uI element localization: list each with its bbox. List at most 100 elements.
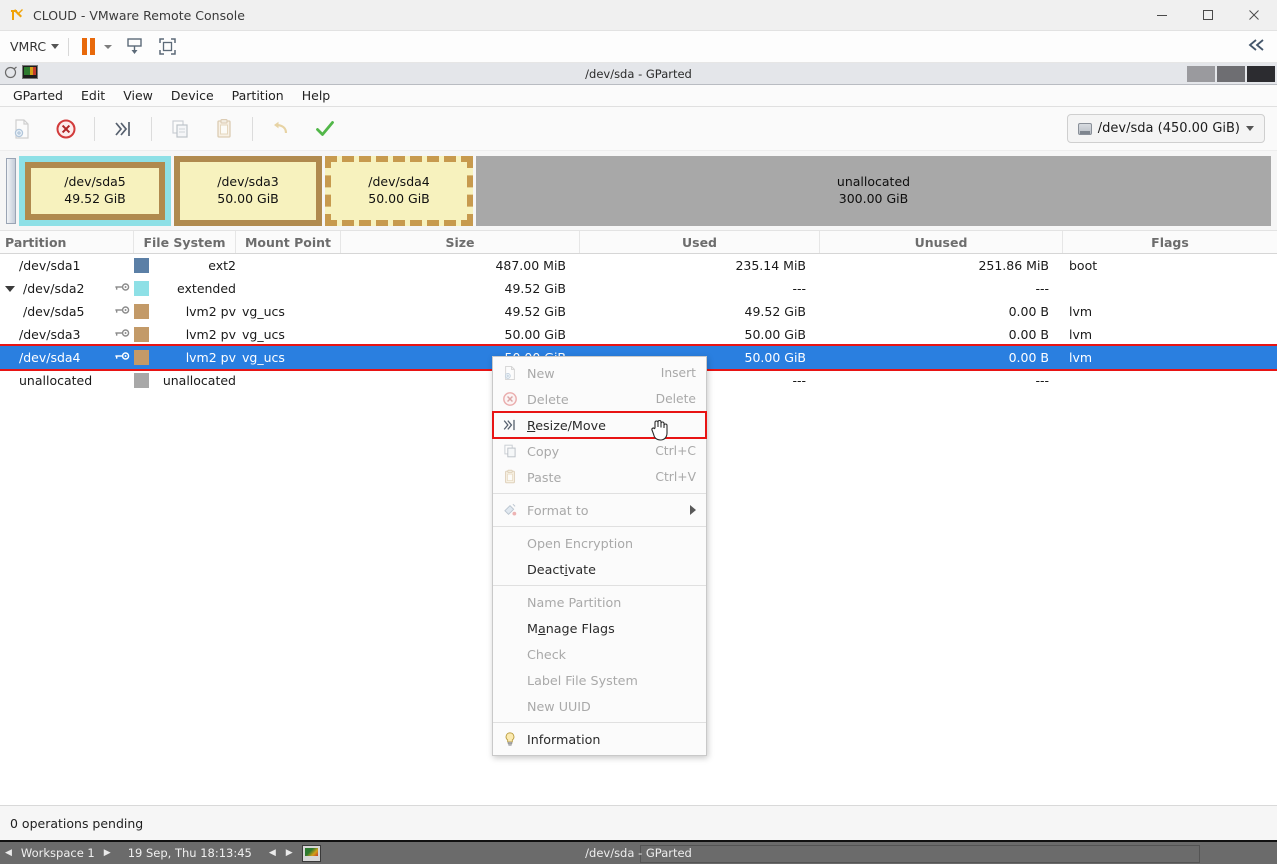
cell-file-system: lvm2 pv <box>134 346 236 369</box>
graphic-partition-unallocated[interactable]: unallocated 300.00 GiB <box>476 155 1271 226</box>
filesystem-color-swatch <box>134 304 149 319</box>
menu-item-label: Open Encryption <box>527 535 634 551</box>
toolbar-separator <box>252 116 253 141</box>
delete-partition-button[interactable] <box>44 109 88 149</box>
key-icon <box>115 306 130 314</box>
filesystem-color-swatch <box>134 258 149 273</box>
menu-item-label: Format to <box>527 502 589 518</box>
vmrc-menu-label: VMRC <box>10 39 47 54</box>
cell-partition: /dev/sda4 <box>0 346 134 369</box>
column-header-size[interactable]: Size <box>341 231 580 253</box>
close-icon[interactable] <box>1231 0 1277 31</box>
graphic-partition-name: unallocated <box>836 173 911 189</box>
menu-item-check: Check <box>493 641 706 667</box>
menu-item-information[interactable]: Information <box>493 726 706 752</box>
pause-icon[interactable] <box>82 38 96 55</box>
menu-item-resize-move[interactable]: Resize/Move <box>492 411 707 439</box>
resize-move-button[interactable] <box>101 109 145 149</box>
expander-triangle-icon[interactable] <box>5 285 15 292</box>
partition-name: /dev/sda2 <box>23 281 85 296</box>
menu-partition[interactable]: Partition <box>223 86 293 105</box>
key-icon <box>115 352 130 360</box>
graphic-partition-name: /dev/sda5 <box>64 173 126 189</box>
menu-gparted[interactable]: GParted <box>4 86 72 105</box>
menu-item-new-uuid: New UUID <box>493 693 706 719</box>
paste-button[interactable] <box>202 109 246 149</box>
undo-button[interactable] <box>259 109 303 149</box>
resize-move-icon <box>503 419 515 431</box>
fullscreen-icon[interactable] <box>157 36 178 57</box>
cell-flags: lvm <box>1069 327 1093 342</box>
table-row[interactable]: /dev/sda5 lvm2 pv vg_ucs 49.52 GiB 49.52 GiB… <box>0 300 1277 323</box>
partition-name: /dev/sda1 <box>19 258 81 273</box>
graphic-partition-sda4[interactable]: /dev/sda4 50.00 GiB <box>325 155 473 226</box>
column-header-unused[interactable]: Unused <box>820 231 1063 253</box>
menu-item-accelerator: Ctrl+V <box>655 470 696 484</box>
paste-clipboard-icon <box>501 469 518 486</box>
collapse-toolbar-icon[interactable] <box>1247 38 1267 56</box>
cell-used: 49.52 GiB <box>744 304 807 319</box>
apply-button[interactable] <box>303 109 347 149</box>
cell-file-system: extended <box>134 277 236 300</box>
column-header-partition[interactable]: Partition <box>0 231 134 253</box>
menu-view[interactable]: View <box>114 86 162 105</box>
minimize-icon[interactable] <box>1139 0 1185 31</box>
menu-separator <box>493 585 706 586</box>
column-header-flags[interactable]: Flags <box>1063 231 1277 253</box>
maximize-icon[interactable] <box>1185 0 1231 31</box>
menu-item-accelerator: Ctrl+C <box>655 444 696 458</box>
menu-item-label: Check <box>527 646 567 662</box>
chevron-down-icon <box>1246 126 1254 131</box>
mount-point-label: vg_ucs <box>242 350 285 365</box>
send-keys-icon[interactable] <box>124 36 145 57</box>
vmrc-window-controls <box>1139 0 1277 31</box>
menu-separator <box>493 722 706 723</box>
cell-file-system: lvm2 pv <box>134 300 236 323</box>
cell-partition: /dev/sda3 <box>0 323 134 346</box>
graphic-partition-size: 49.52 GiB <box>64 190 126 206</box>
chevron-down-icon <box>51 44 60 49</box>
menu-item-deactivate[interactable]: Deactivate <box>493 556 706 582</box>
column-header-mount-point[interactable]: Mount Point <box>236 231 341 253</box>
pause-dropdown-chevron-icon[interactable] <box>104 44 113 49</box>
device-selector[interactable]: /dev/sda (450.00 GiB) <box>1066 114 1265 143</box>
cell-mount-point <box>236 369 341 392</box>
graphic-partition-sda3[interactable]: /dev/sda3 50.00 GiB <box>174 155 322 226</box>
graphic-partition-sda5[interactable]: /dev/sda5 49.52 GiB <box>19 155 171 226</box>
table-row[interactable]: /dev/sda1 ext2 487.00 MiB 235.14 MiB 251.86 … <box>0 254 1277 277</box>
menu-help[interactable]: Help <box>293 86 340 105</box>
mount-point-label: vg_ucs <box>242 304 285 319</box>
copy-button[interactable] <box>158 109 202 149</box>
menu-device[interactable]: Device <box>162 86 223 105</box>
menu-item-manage-flags[interactable]: Manage Flags <box>493 615 706 641</box>
menu-edit[interactable]: Edit <box>72 86 114 105</box>
key-icon <box>115 329 130 337</box>
graphic-partition-size: 50.00 GiB <box>368 190 430 206</box>
filesystem-color-swatch <box>134 373 149 388</box>
cell-file-system: ext2 <box>134 254 236 277</box>
filesystem-label: ext2 <box>208 258 236 273</box>
column-header-file-system[interactable]: File System <box>134 231 236 253</box>
cell-partition: /dev/sda2 <box>0 277 134 300</box>
table-row[interactable]: /dev/sda2 extended 49.52 GiB --- --- <box>0 277 1277 300</box>
menu-item-label: Deactivate <box>527 561 596 577</box>
cell-partition: unallocated <box>0 369 134 392</box>
column-header-used[interactable]: Used <box>580 231 820 253</box>
filesystem-label: unallocated <box>162 373 236 388</box>
submenu-arrow-icon <box>690 505 696 515</box>
vmrc-menu-button[interactable]: VMRC <box>10 39 60 54</box>
filesystem-label: lvm2 pv <box>185 350 236 365</box>
menu-item-label: Label File System <box>527 672 638 688</box>
cell-unused: --- <box>1035 373 1049 388</box>
cell-used: 50.00 GiB <box>744 327 807 342</box>
table-row[interactable]: /dev/sda3 lvm2 pv vg_ucs 50.00 GiB 50.00 GiB… <box>0 323 1277 346</box>
new-partition-button[interactable] <box>0 109 44 149</box>
menu-item-paste: Paste Ctrl+V <box>493 464 706 490</box>
gparted-statusbar: 0 operations pending <box>0 805 1277 840</box>
new-document-icon <box>504 365 515 381</box>
cell-flags: lvm <box>1069 304 1093 319</box>
menu-item-accelerator: Insert <box>660 366 696 380</box>
cell-partition: /dev/sda1 <box>0 254 134 277</box>
graphic-partition-body: /dev/sda5 49.52 GiB <box>25 161 165 220</box>
graphic-partition-size: 50.00 GiB <box>217 190 279 206</box>
